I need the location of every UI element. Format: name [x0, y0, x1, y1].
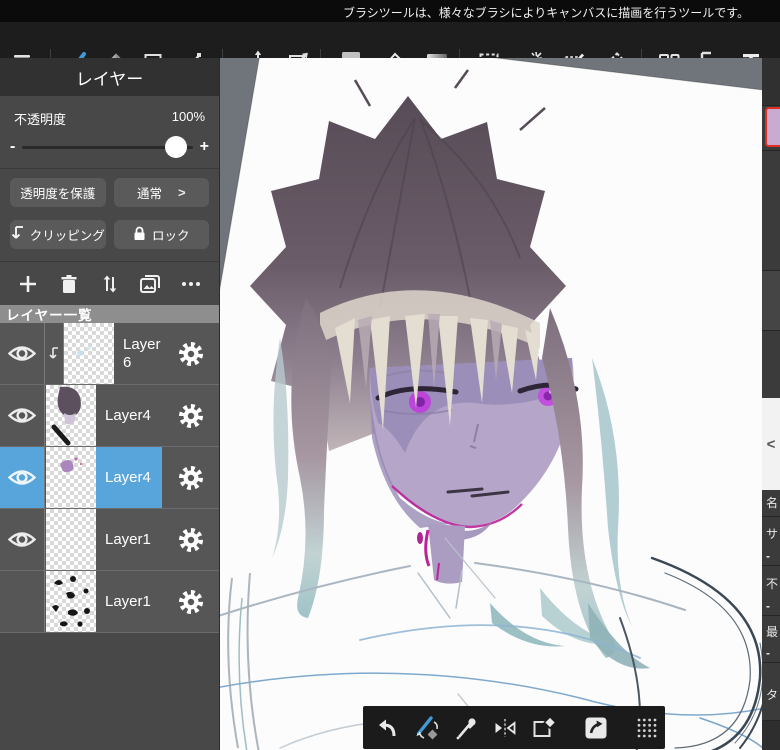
dock-divider: [762, 270, 780, 271]
lock-icon: [133, 226, 146, 244]
layer-name: Layer1: [105, 592, 151, 610]
layer-settings-gear-icon[interactable]: [162, 509, 219, 570]
dock-divider: [762, 615, 780, 616]
layer-thumbnail[interactable]: [46, 385, 96, 446]
layer-name: Layer4: [105, 406, 151, 424]
layer-list-header: レイヤー一覧: [0, 305, 219, 323]
flip-horizontal-icon[interactable]: [492, 714, 518, 742]
dock-section: [762, 270, 780, 330]
dock-label-size: サ: [766, 527, 779, 541]
dock-divider: [762, 516, 780, 517]
layer-name: Layer 6: [123, 336, 161, 371]
drag-handle-icon[interactable]: [635, 714, 659, 742]
right-dock: < 名 サ - 不 - 最 - タ: [762, 58, 780, 750]
dock-section: [762, 721, 780, 750]
layer-row[interactable]: Layer1: [0, 509, 219, 571]
visibility-eye-icon[interactable]: [0, 323, 45, 384]
layer-panel-title: レイヤー: [0, 58, 219, 96]
brush-eraser-toggle-icon[interactable]: [412, 714, 440, 742]
tooltip-bar: ブラシツールは、様々なブラシによりキャンバスに描画を行うツールです。: [0, 0, 780, 22]
visibility-eye-icon[interactable]: [0, 509, 45, 570]
opacity-minus-button[interactable]: -: [10, 138, 15, 156]
visibility-eye-icon[interactable]: [0, 385, 45, 446]
dock-label-opacity: 不: [766, 577, 779, 591]
layer-thumbnail[interactable]: [46, 509, 96, 570]
dock-divider: [762, 330, 780, 331]
layer-row[interactable]: Layer 6: [0, 323, 219, 385]
visibility-eye-empty[interactable]: [0, 571, 45, 632]
layer-settings-gear-icon[interactable]: [162, 447, 219, 508]
opacity-slider-knob[interactable]: [164, 136, 187, 158]
layer-row[interactable]: Layer1: [0, 571, 219, 633]
main-toolbar: [0, 22, 780, 75]
opacity-slider[interactable]: [22, 136, 193, 158]
layer-row-selected[interactable]: Layer4: [0, 447, 219, 509]
canvas[interactable]: [220, 58, 762, 750]
opacity-value: 100%: [171, 109, 205, 124]
dock-divider: [762, 150, 780, 151]
tooltip-text: ブラシツールは、様々なブラシによりキャンバスに描画を行うツールです。: [343, 6, 750, 20]
dock-minus-button[interactable]: -: [766, 646, 770, 660]
reorder-layers-icon[interactable]: [95, 269, 125, 299]
undo-icon[interactable]: [373, 714, 399, 742]
dock-section: [762, 58, 780, 105]
dock-label-type: タ: [766, 688, 779, 702]
clear-layer-icon[interactable]: [531, 714, 557, 742]
panel-collapse-button[interactable]: <: [762, 398, 780, 490]
opacity-plus-button[interactable]: +: [200, 138, 209, 156]
dock-minus-button[interactable]: -: [766, 599, 770, 613]
layer-list-toolbar: [0, 262, 219, 305]
add-layer-icon[interactable]: [13, 269, 43, 299]
duplicate-layer-icon[interactable]: [135, 269, 165, 299]
chevron-right-icon: >: [177, 185, 186, 200]
lock-button[interactable]: ロック: [113, 220, 209, 249]
bottom-toolbar: [363, 706, 665, 749]
layer-settings-gear-icon[interactable]: [162, 385, 219, 446]
dock-divider: [762, 565, 780, 566]
protect-alpha-button[interactable]: 透明度を保護: [10, 178, 106, 207]
layer-name: Layer4: [96, 447, 163, 508]
dock-divider: [762, 105, 780, 106]
dock-label-min: 最: [766, 625, 779, 639]
clipping-button[interactable]: クリッピング: [10, 220, 106, 249]
layer-thumbnail[interactable]: [64, 323, 114, 384]
layer-panel: レイヤー 不透明度 100% - + 透明度を保護 通常 > クリッピング ロッ…: [0, 58, 220, 750]
dock-minus-button[interactable]: -: [766, 549, 770, 563]
eyedropper-icon[interactable]: [453, 714, 479, 742]
layer-settings-gear-icon[interactable]: [162, 571, 219, 632]
clip-indicator-icon: [44, 323, 64, 384]
layer-name: Layer1: [105, 530, 151, 548]
clipping-icon: [11, 225, 24, 244]
canvas-artwork: [220, 58, 762, 750]
dock-label-name: 名: [766, 496, 779, 510]
visibility-eye-icon[interactable]: [0, 447, 45, 508]
layer-row[interactable]: Layer4: [0, 385, 219, 447]
blend-mode-button[interactable]: 通常 >: [113, 178, 209, 207]
more-options-icon[interactable]: [176, 269, 206, 299]
current-color-swatch[interactable]: [765, 107, 780, 147]
opacity-label: 不透明度: [14, 112, 67, 127]
material-icon[interactable]: [583, 714, 609, 742]
layer-thumbnail[interactable]: [46, 447, 96, 508]
layer-thumbnail[interactable]: [46, 571, 96, 632]
dock-divider: [762, 662, 780, 663]
layer-settings-gear-icon[interactable]: [162, 323, 219, 384]
delete-layer-icon[interactable]: [54, 269, 84, 299]
chevron-left-icon: <: [766, 435, 776, 453]
